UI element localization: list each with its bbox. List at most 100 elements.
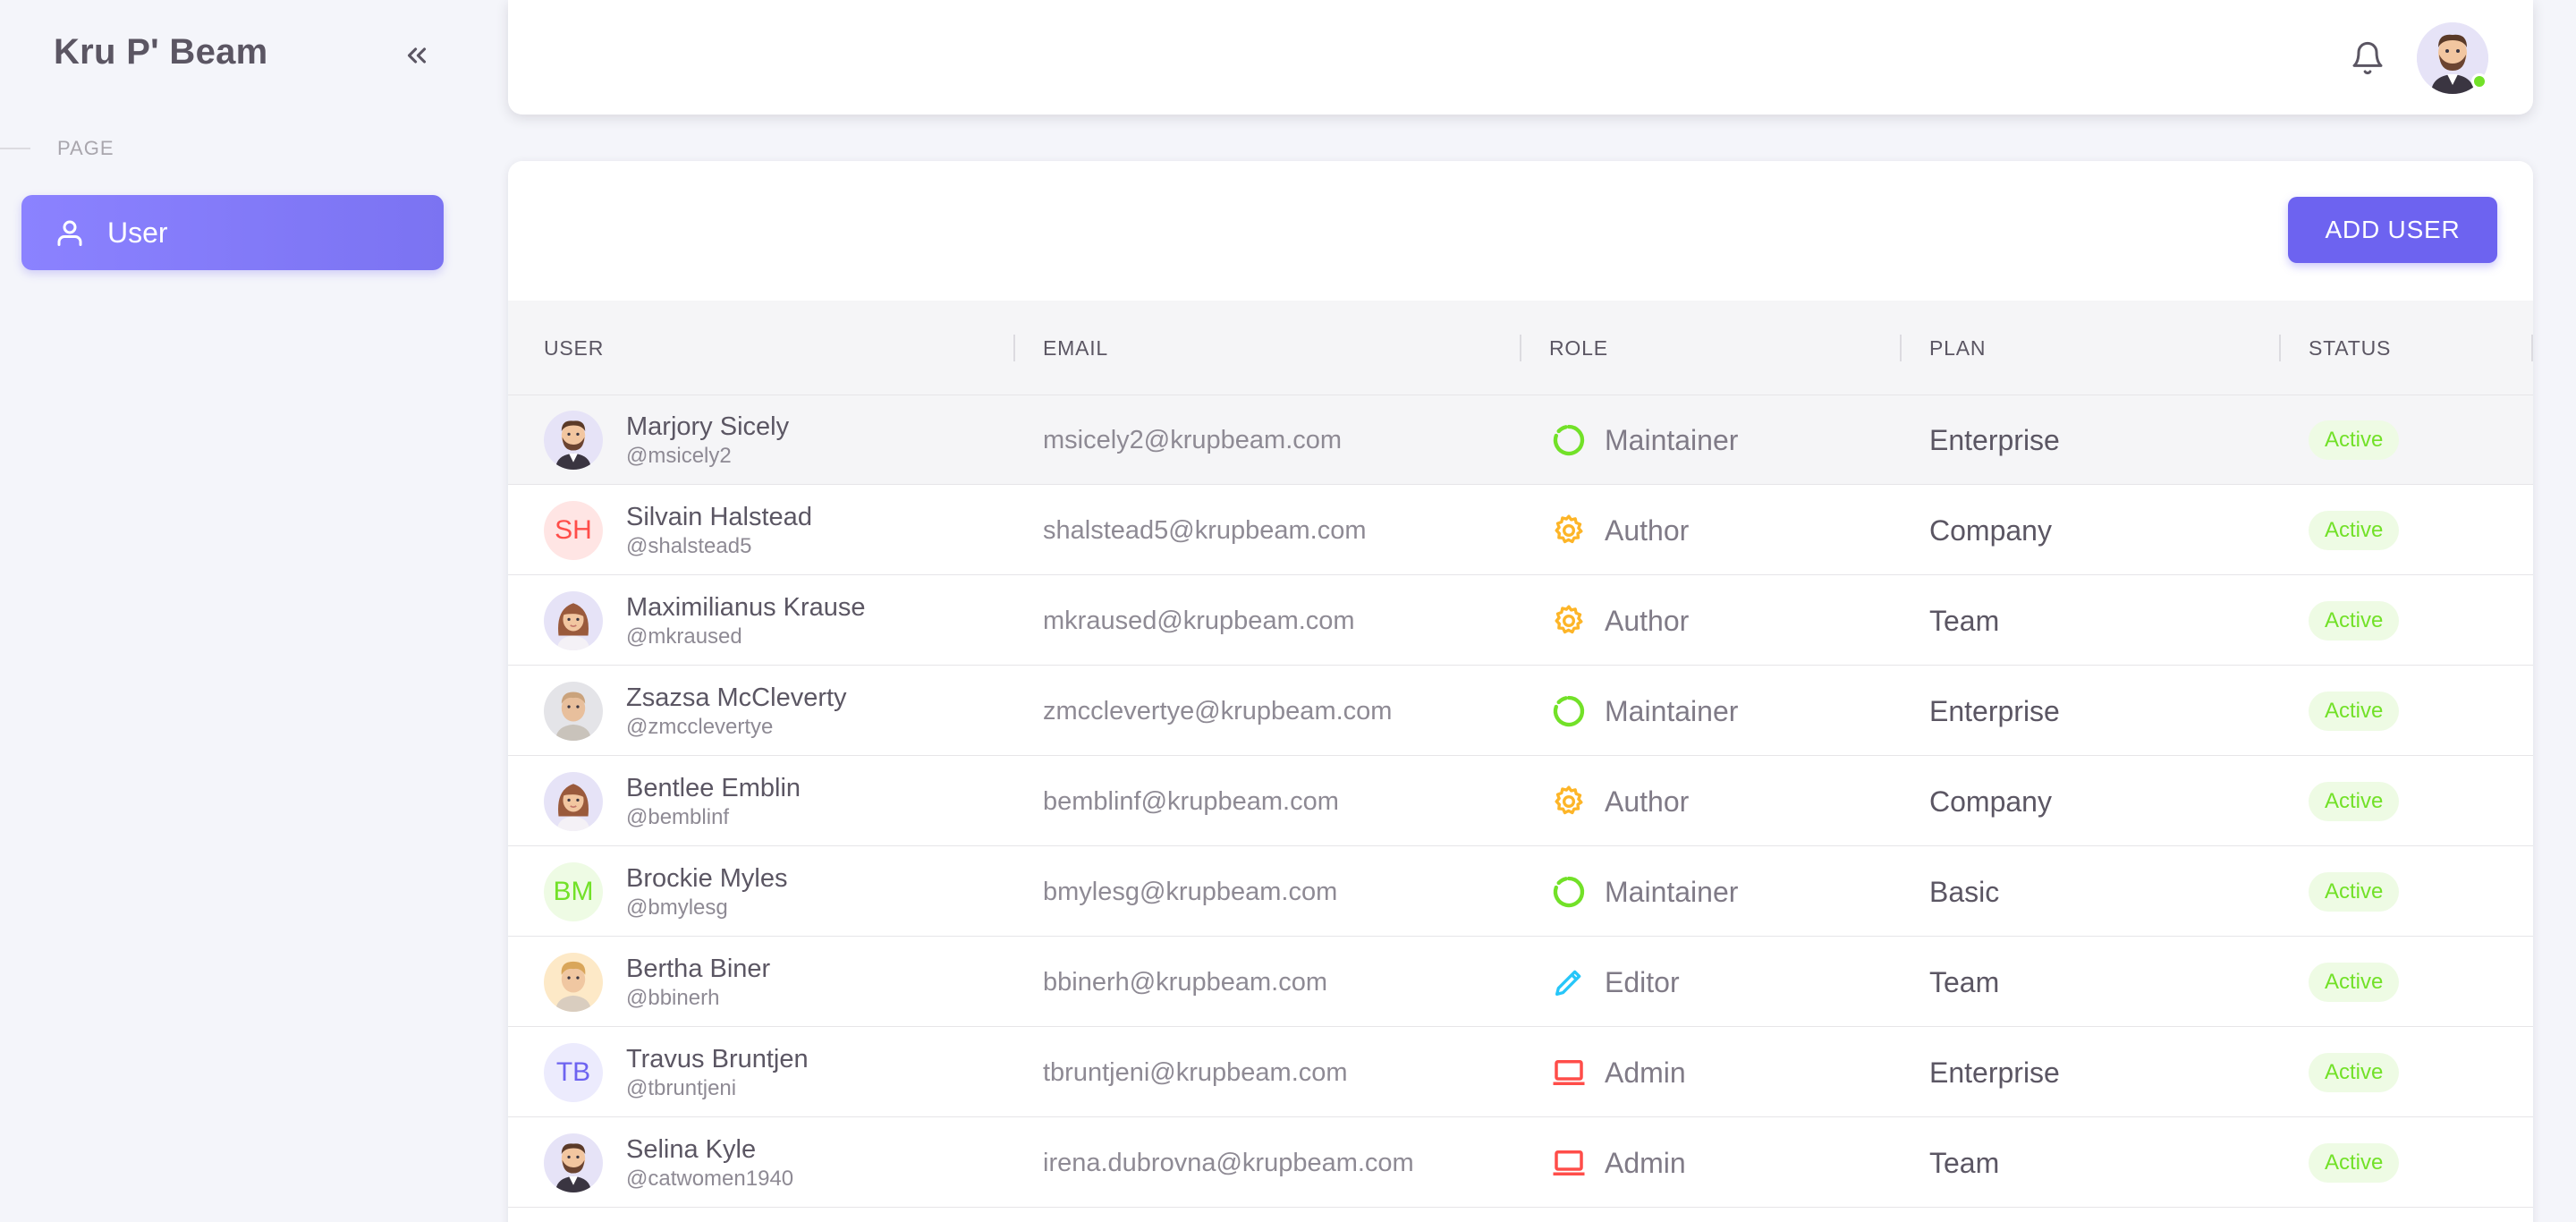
user-cell: Maximilianus Krause @mkraused — [544, 576, 866, 666]
email-cell: zmcclevertye@krupbeam.com — [1043, 666, 1392, 756]
avatar — [544, 591, 603, 650]
user-name[interactable]: Travus Bruntjen — [626, 1043, 809, 1075]
column-resize-handle[interactable] — [2279, 335, 2281, 361]
user-plan: Company — [1929, 785, 2052, 818]
plan-cell: Company — [1929, 757, 2052, 846]
section-label-text: PAGE — [57, 137, 114, 159]
cog-icon — [1549, 601, 1589, 641]
user-handle: @bemblinf — [626, 805, 730, 829]
user-name[interactable]: Brockie Myles — [626, 862, 788, 895]
user-handle: @tbruntjeni — [626, 1076, 737, 1100]
column-header-email[interactable]: EMAIL — [1043, 301, 1108, 395]
user-email: shalstead5@krupbeam.com — [1043, 515, 1367, 545]
avatar — [544, 682, 603, 741]
status-badge: Active — [2309, 782, 2400, 821]
user-plan: Enterprise — [1929, 694, 2060, 727]
sidebar-item-user[interactable]: User — [21, 195, 444, 270]
user-name[interactable]: Maximilianus Krause — [626, 591, 866, 624]
column-header-user[interactable]: USER — [544, 301, 604, 395]
column-header-plan[interactable]: PLAN — [1929, 301, 1986, 395]
email-cell: irena.dubrovna@krupbeam.com — [1043, 1118, 1414, 1208]
user-name[interactable]: Zsazsa McCleverty — [626, 682, 847, 714]
user-cell: Selina Kyle @catwomen1940 — [544, 1118, 793, 1208]
user-info: Selina Kyle @catwomen1940 — [626, 1133, 793, 1192]
user-email: tbruntjeni@krupbeam.com — [1043, 1057, 1348, 1087]
column-resize-handle[interactable] — [2531, 335, 2533, 361]
user-info: Marjory Sicely @msicely2 — [626, 411, 789, 470]
maintainer-icon — [1549, 872, 1589, 912]
add-user-button[interactable]: ADD USER — [2288, 197, 2497, 263]
column-resize-handle[interactable] — [1013, 335, 1015, 361]
avatar — [544, 772, 603, 831]
plan-cell: Basic — [1929, 847, 1999, 937]
user-role: Admin — [1605, 1146, 1686, 1179]
status-cell: Active — [2309, 486, 2400, 575]
laptop-icon — [1549, 1143, 1589, 1183]
email-cell: bemblinf@krupbeam.com — [1043, 757, 1339, 846]
avatar-initials: TB — [544, 1043, 603, 1102]
maintainer-icon — [1549, 692, 1589, 731]
user-handle: @shalstead5 — [626, 534, 752, 558]
user-cell: Bentlee Emblin @bemblinf — [544, 757, 801, 846]
user-plan: Team — [1929, 1146, 2000, 1179]
table-row[interactable]: Selina Kyle @catwomen1940 irena.dubrovna… — [508, 1118, 2533, 1208]
laptop-icon — [1549, 1053, 1589, 1092]
user-name[interactable]: Bertha Biner — [626, 953, 770, 985]
user-info: Brockie Myles @bmylesg — [626, 862, 788, 921]
user-email: msicely2@krupbeam.com — [1043, 425, 1343, 454]
table-row[interactable]: BM Brockie Myles @bmylesg bmylesg@krupbe… — [508, 847, 2533, 937]
table-row[interactable]: Marjory Sicely @msicely2 msicely2@krupbe… — [508, 395, 2533, 485]
role-cell: Author — [1549, 486, 1689, 575]
avatar-initials: SH — [544, 501, 603, 560]
status-badge: Active — [2309, 1143, 2400, 1183]
user-cell: SH Silvain Halstead @shalstead5 — [544, 486, 812, 575]
user-role: Author — [1605, 604, 1690, 637]
table-row[interactable]: SH Silvain Halstead @shalstead5 shalstea… — [508, 486, 2533, 575]
column-header-role[interactable]: ROLE — [1549, 301, 1608, 395]
user-name[interactable]: Bentlee Emblin — [626, 772, 801, 804]
table-row[interactable]: Bentlee Emblin @bemblinf bemblinf@krupbe… — [508, 757, 2533, 846]
table-row[interactable]: Zsazsa McCleverty @zmcclevertye zmccleve… — [508, 666, 2533, 756]
role-cell: Author — [1549, 576, 1689, 666]
section-label: PAGE — [0, 134, 268, 163]
column-header-status[interactable]: STATUS — [2309, 301, 2391, 395]
user-info: Bentlee Emblin @bemblinf — [626, 772, 801, 831]
user-plan: Enterprise — [1929, 423, 2060, 456]
user-cell: Bertha Biner @bbinerh — [544, 938, 770, 1027]
table-row[interactable]: TB Travus Bruntjen @tbruntjeni tbruntjen… — [508, 1028, 2533, 1117]
table-row[interactable]: Bertha Biner @bbinerh bbinerh@krupbeam.c… — [508, 938, 2533, 1027]
column-resize-handle[interactable] — [1900, 335, 1902, 361]
status-cell: Active — [2309, 757, 2400, 846]
maintainer-icon — [1549, 420, 1589, 460]
user-cell: Zsazsa McCleverty @zmcclevertye — [544, 666, 847, 756]
user-email: bmylesg@krupbeam.com — [1043, 877, 1338, 906]
user-handle: @mkraused — [626, 624, 742, 649]
user-name[interactable]: Silvain Halstead — [626, 501, 812, 533]
status-badge: Active — [2309, 692, 2400, 731]
role-cell: Author — [1549, 757, 1689, 846]
user-plan: Team — [1929, 965, 2000, 998]
role-cell: Maintainer — [1549, 847, 1738, 937]
table-row[interactable]: Maximilianus Krause @mkraused mkraused@k… — [508, 576, 2533, 666]
collapse-sidebar-button[interactable] — [397, 36, 436, 75]
plan-cell: Enterprise — [1929, 1028, 2060, 1117]
user-email: bemblinf@krupbeam.com — [1043, 786, 1339, 816]
user-name[interactable]: Marjory Sicely — [626, 411, 789, 443]
role-cell: Editor — [1549, 938, 1680, 1027]
user-email: irena.dubrovna@krupbeam.com — [1043, 1148, 1414, 1177]
role-cell: Maintainer — [1549, 666, 1738, 756]
column-resize-handle[interactable] — [1520, 335, 1521, 361]
user-email: zmcclevertye@krupbeam.com — [1043, 696, 1393, 726]
user-info: Silvain Halstead @shalstead5 — [626, 501, 812, 560]
notifications-button[interactable] — [2345, 36, 2390, 81]
user-name[interactable]: Selina Kyle — [626, 1133, 793, 1166]
plan-cell: Company — [1929, 486, 2052, 575]
top-navbar — [508, 0, 2533, 115]
email-cell: shalstead5@krupbeam.com — [1043, 486, 1367, 575]
plan-cell: Enterprise — [1929, 395, 2060, 485]
email-cell: bmylesg@krupbeam.com — [1043, 847, 1337, 937]
avatar — [544, 953, 603, 1012]
user-info: Travus Bruntjen @tbruntjeni — [626, 1043, 809, 1102]
status-badge: Active — [2309, 1053, 2400, 1092]
plan-cell: Enterprise — [1929, 666, 2060, 756]
